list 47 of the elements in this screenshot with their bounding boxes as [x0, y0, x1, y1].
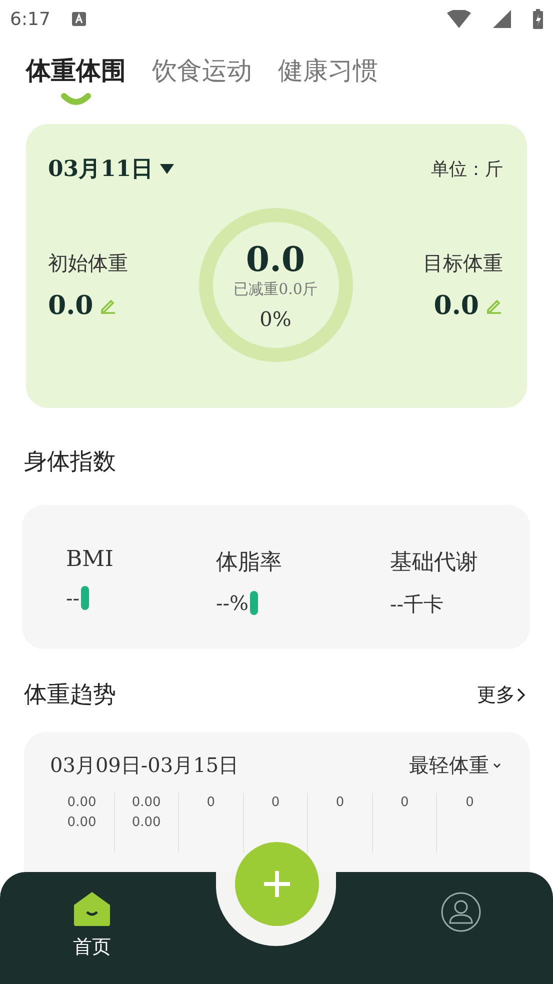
initial-weight-label: 初始体重: [48, 250, 128, 276]
metric-value: --%: [216, 591, 249, 616]
user-icon: [440, 892, 481, 932]
date-selector[interactable]: 03月11日: [48, 154, 176, 184]
date-range: 03月09日-03月15日: [50, 752, 239, 779]
chart-value: 0: [400, 794, 409, 812]
tab[interactable]: 饮食运动: [152, 54, 252, 118]
section-title: 身体指数: [24, 448, 116, 478]
ring-value: 0.0: [246, 240, 306, 280]
weight-lost-text: 已减重0.0斤: [234, 280, 318, 298]
chart-value: 0: [336, 794, 344, 812]
battery-icon: [533, 9, 543, 29]
status-time: 6:17: [10, 8, 50, 30]
home-tab[interactable]: 首页: [0, 872, 184, 984]
progress-percent: 0%: [260, 306, 292, 330]
chevron-down-icon: [492, 762, 502, 770]
chart-value: 0.00: [132, 814, 161, 832]
wifi-icon: [447, 10, 471, 28]
metric-value: --: [66, 586, 80, 610]
metric-marker: [80, 586, 89, 610]
target-weight-value: 0.0: [434, 290, 479, 320]
section-title: 体重趋势: [24, 681, 116, 710]
target-weight-label: 目标体重: [423, 250, 503, 276]
more-link[interactable]: 更多: [477, 682, 527, 708]
caret-icon: [159, 163, 176, 175]
metric-label: 体脂率: [216, 549, 283, 578]
initial-weight-value: 0.0: [48, 290, 94, 320]
mode-selector[interactable]: 最轻体重: [409, 752, 502, 779]
unit-label: 单位：斤: [431, 158, 503, 181]
metric-marker: [250, 591, 258, 616]
chart-value: 0: [206, 794, 216, 812]
chart-value: 0.00: [67, 814, 96, 832]
metric-value: --千卡: [390, 591, 444, 618]
chart-value: 0.00: [132, 794, 161, 812]
plus-icon: [264, 871, 290, 897]
chart-value: 0: [271, 794, 280, 812]
home-icon: [74, 892, 110, 926]
tab-indicator-icon: [61, 93, 91, 105]
chevron-right-icon: [515, 686, 527, 704]
chart-value: 0: [466, 794, 474, 812]
signal-icon: [493, 10, 511, 28]
metric-label: 基础代谢: [390, 549, 479, 578]
tab[interactable]: 体重体围: [26, 54, 126, 118]
metric-label: BMI: [66, 547, 114, 572]
chart-value: 0.00: [67, 794, 96, 812]
keyboard-icon: [72, 12, 86, 26]
tab[interactable]: 健康习惯: [278, 54, 378, 118]
